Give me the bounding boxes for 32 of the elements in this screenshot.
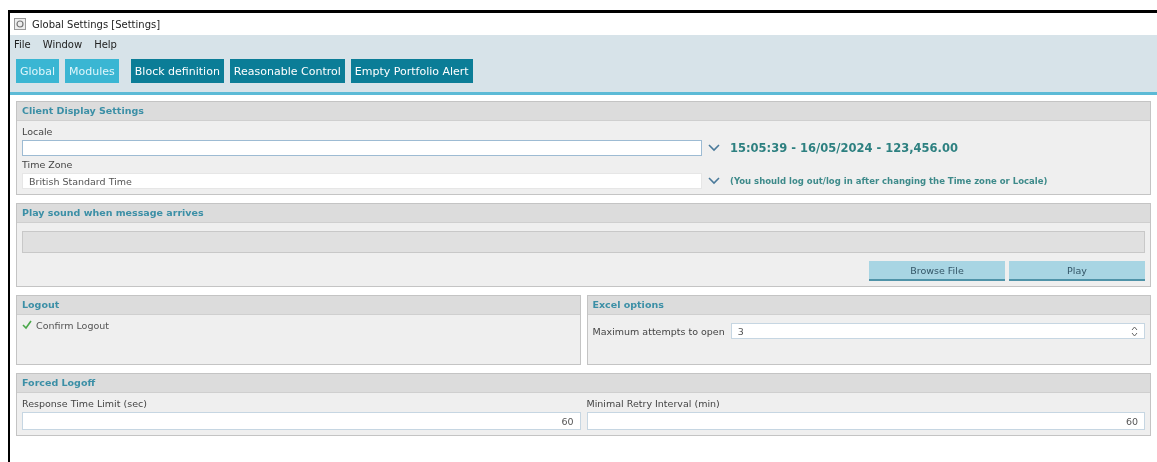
- number-field[interactable]: 60: [22, 412, 581, 430]
- sound-file-field[interactable]: [22, 231, 1145, 253]
- button[interactable]: Browse File: [869, 261, 1005, 281]
- field-label: Locale: [22, 125, 54, 139]
- panel-title: Excel options: [587, 296, 1150, 315]
- menu-item[interactable]: File: [14, 38, 31, 50]
- button[interactable]: Play: [1009, 261, 1145, 281]
- field-label: Minimal Retry Interval (min): [586, 397, 721, 411]
- time-zone-dropdown[interactable]: British Standard Time: [22, 173, 702, 189]
- checkbox[interactable]: [22, 320, 32, 330]
- panel-title: Client Display Settings: [17, 102, 1150, 121]
- menu-item[interactable]: Help: [94, 38, 117, 50]
- menu-item[interactable]: Window: [42, 38, 83, 50]
- field-label: Time Zone: [22, 158, 74, 172]
- panel-title: Logout: [17, 296, 580, 315]
- tab[interactable]: Reasonable Control: [229, 59, 345, 83]
- app-icon: [14, 18, 26, 30]
- panel-title: Play sound when message arrives: [17, 204, 1150, 223]
- tab[interactable]: Empty Portfolio Alert: [350, 59, 473, 83]
- dropdown-caret-icon[interactable]: [708, 144, 720, 152]
- tab[interactable]: Block definition: [130, 59, 224, 83]
- checkbox-label: Confirm Logout: [36, 320, 109, 331]
- spinner-field[interactable]: 3: [730, 323, 1145, 339]
- panel-title: Forced Logoff: [17, 374, 1150, 393]
- dropdown-caret-icon[interactable]: [708, 177, 720, 185]
- locale-preview: 15:05:39 - 16/05/2024 - 123,456.00: [730, 141, 958, 155]
- field-label: Response Time Limit (sec): [22, 397, 148, 411]
- spinner-icon[interactable]: [1131, 325, 1138, 337]
- field-label: Maximum attempts to open: [592, 325, 725, 339]
- number-field[interactable]: 60: [586, 412, 1145, 430]
- window-title: Global Settings [Settings]: [32, 18, 161, 30]
- note-text: (You should log out/log in after changing the Time zone or Locale): [730, 176, 1048, 186]
